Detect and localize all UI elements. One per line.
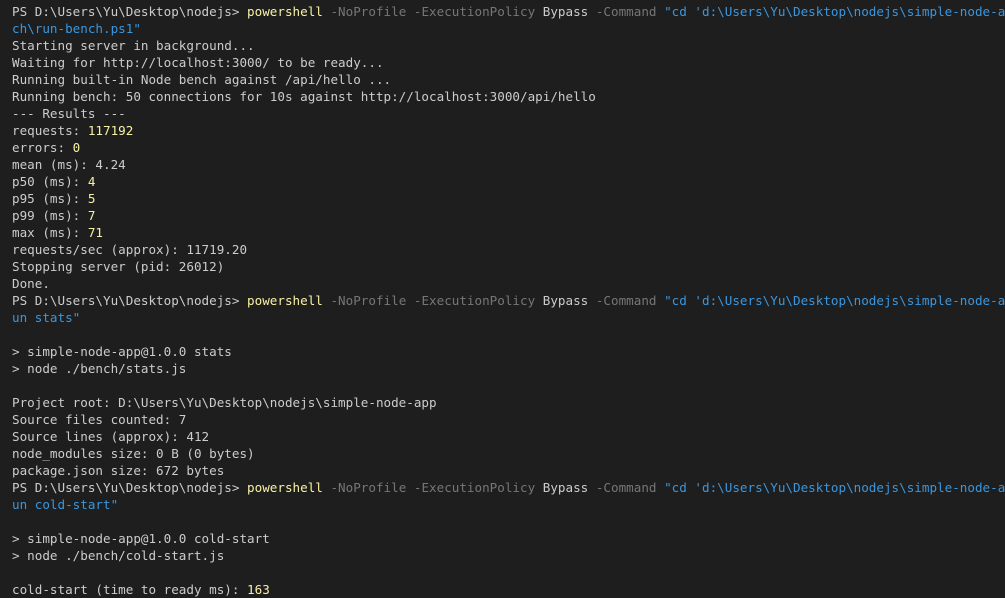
terminal-text-str: "cd 'd:\Users\Yu\Desktop\nodejs\simple-n… [664, 293, 1005, 308]
terminal-line: PS D:\Users\Yu\Desktop\nodejs> powershel… [12, 479, 1005, 496]
terminal-line: PS D:\Users\Yu\Desktop\nodejs> powershel… [12, 292, 1005, 309]
terminal-line: package.json size: 672 bytes [12, 462, 1005, 479]
terminal-line: mean (ms): 4.24 [12, 156, 1005, 173]
terminal-line: un stats" [12, 309, 1005, 326]
terminal-text-str: un stats" [12, 310, 81, 325]
terminal-line: requests/sec (approx): 11719.20 [12, 241, 1005, 258]
terminal-line: ch\run-bench.ps1" [12, 20, 1005, 37]
terminal-text-plain: Project root: D:\Users\Yu\Desktop\nodejs… [12, 395, 437, 410]
terminal-text-plain: --- Results --- [12, 106, 126, 121]
terminal-text-num: 163 [247, 582, 270, 597]
terminal-text-plain: > node ./bench/stats.js [12, 361, 187, 376]
terminal-line: > node ./bench/cold-start.js [12, 547, 1005, 564]
terminal-line: un cold-start" [12, 496, 1005, 513]
terminal-line: requests: 117192 [12, 122, 1005, 139]
terminal-text-cmd: powershell [247, 293, 323, 308]
terminal-line: cold-start (time to ready ms): 163 [12, 581, 1005, 598]
terminal-text-plain: > node ./bench/cold-start.js [12, 548, 225, 563]
terminal-text-param: -NoProfile -ExecutionPolicy [322, 4, 543, 19]
terminal-text-cmd: powershell [247, 4, 323, 19]
terminal-output[interactable]: PS D:\Users\Yu\Desktop\nodejs> powershel… [0, 0, 1005, 598]
terminal-text-plain: Running bench: 50 connections for 10s ag… [12, 89, 596, 104]
terminal-text-plain: Stopping server (pid: 26012) [12, 259, 225, 274]
terminal-text-param: -NoProfile -ExecutionPolicy [322, 293, 543, 308]
terminal-line: p50 (ms): 4 [12, 173, 1005, 190]
terminal-text-plain: mean (ms): 4.24 [12, 157, 126, 172]
terminal-text-param: -Command [588, 293, 665, 308]
terminal-text-param: -NoProfile -ExecutionPolicy [322, 480, 543, 495]
terminal-line: > simple-node-app@1.0.0 stats [12, 343, 1005, 360]
terminal-text-plain: Bypass [542, 293, 589, 308]
terminal-text-plain: p99 (ms): [12, 208, 88, 223]
terminal-text-plain: PS D:\Users\Yu\Desktop\nodejs> [12, 4, 248, 19]
terminal-line: p95 (ms): 5 [12, 190, 1005, 207]
terminal-text-plain: > simple-node-app@1.0.0 cold-start [12, 531, 270, 546]
terminal-text-str: ch\run-bench.ps1" [12, 21, 141, 36]
terminal-line: > node ./bench/stats.js [12, 360, 1005, 377]
terminal-text-plain: Bypass [542, 480, 589, 495]
terminal-text-plain: > simple-node-app@1.0.0 stats [12, 344, 232, 359]
terminal-text-plain: Running built-in Node bench against /api… [12, 72, 392, 87]
terminal-text-num: 7 [87, 208, 96, 223]
terminal-line: errors: 0 [12, 139, 1005, 156]
terminal-text-plain: requests: [12, 123, 88, 138]
terminal-text-plain: PS D:\Users\Yu\Desktop\nodejs> [12, 480, 248, 495]
terminal-line: Project root: D:\Users\Yu\Desktop\nodejs… [12, 394, 1005, 411]
terminal-line: Starting server in background... [12, 37, 1005, 54]
terminal-text-plain: errors: [12, 140, 73, 155]
terminal-line: Running built-in Node bench against /api… [12, 71, 1005, 88]
terminal-text-plain: package.json size: 672 bytes [12, 463, 225, 478]
terminal-line: p99 (ms): 7 [12, 207, 1005, 224]
terminal-text-num: 71 [87, 225, 103, 240]
terminal-text-plain: Done. [12, 276, 50, 291]
terminal-line: max (ms): 71 [12, 224, 1005, 241]
terminal-text-plain: Source files counted: 7 [12, 412, 187, 427]
terminal-text-str: un cold-start" [12, 497, 119, 512]
terminal-text-plain: requests/sec (approx): 11719.20 [12, 242, 248, 257]
terminal-line: > simple-node-app@1.0.0 cold-start [12, 530, 1005, 547]
terminal-text-num: 117192 [87, 123, 134, 138]
terminal-line: Source files counted: 7 [12, 411, 1005, 428]
terminal-line: Waiting for http://localhost:3000/ to be… [12, 54, 1005, 71]
terminal-text-param: -Command [588, 4, 665, 19]
terminal-line: --- Results --- [12, 105, 1005, 122]
terminal-text-plain: Source lines (approx): 412 [12, 429, 210, 444]
terminal-text-plain: p50 (ms): [12, 174, 88, 189]
terminal-text-param: -Command [588, 480, 665, 495]
terminal-line: PS D:\Users\Yu\Desktop\nodejs> powershel… [12, 3, 1005, 20]
terminal-text-plain: Bypass [542, 4, 589, 19]
terminal-text-plain: Starting server in background... [12, 38, 255, 53]
terminal-text-str: "cd 'd:\Users\Yu\Desktop\nodejs\simple-n… [664, 480, 1005, 495]
terminal-line: Running bench: 50 connections for 10s ag… [12, 88, 1005, 105]
terminal-line: Source lines (approx): 412 [12, 428, 1005, 445]
terminal-text-plain: cold-start (time to ready ms): [12, 582, 248, 597]
terminal-text-plain: p95 (ms): [12, 191, 88, 206]
terminal-text-plain: PS D:\Users\Yu\Desktop\nodejs> [12, 293, 248, 308]
terminal-text-num: 4 [87, 174, 96, 189]
terminal-text-num: 5 [87, 191, 96, 206]
terminal-text-num: 0 [72, 140, 81, 155]
terminal-text-plain: max (ms): [12, 225, 88, 240]
terminal-text-plain: node_modules size: 0 B (0 bytes) [12, 446, 255, 461]
terminal-text-plain: Waiting for http://localhost:3000/ to be… [12, 55, 384, 70]
terminal-line: Done. [12, 275, 1005, 292]
terminal-line: node_modules size: 0 B (0 bytes) [12, 445, 1005, 462]
terminal-line: Stopping server (pid: 26012) [12, 258, 1005, 275]
terminal-text-cmd: powershell [247, 480, 323, 495]
terminal-text-str: "cd 'd:\Users\Yu\Desktop\nodejs\simple-n… [664, 4, 1005, 19]
